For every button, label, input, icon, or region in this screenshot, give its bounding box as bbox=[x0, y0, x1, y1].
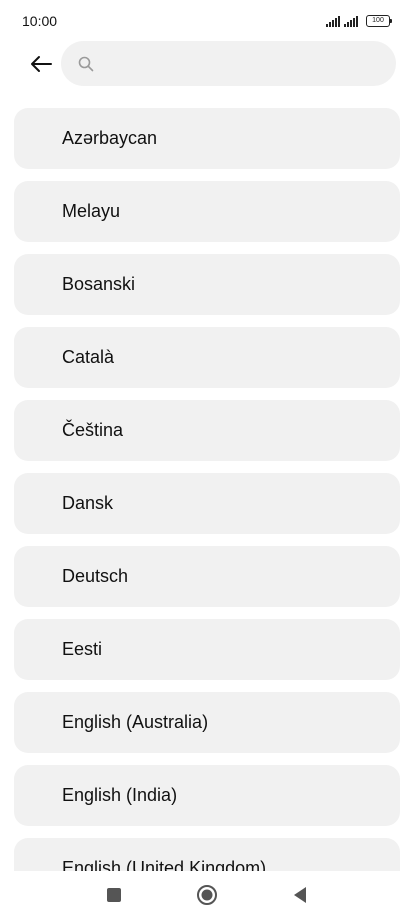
list-item[interactable]: Bosanski bbox=[14, 254, 400, 315]
list-item[interactable]: Dansk bbox=[14, 473, 400, 534]
language-label: Dansk bbox=[62, 493, 114, 513]
signal-icon bbox=[344, 16, 358, 27]
triangle-left-icon bbox=[294, 887, 306, 903]
language-label: English (Australia) bbox=[62, 712, 209, 732]
list-item[interactable]: English (Australia) bbox=[14, 692, 400, 753]
language-list[interactable]: Azərbaycan Melayu Bosanski Català Češtin… bbox=[14, 108, 400, 871]
status-time: 10:00 bbox=[22, 13, 58, 29]
back-button[interactable] bbox=[26, 50, 56, 78]
list-item[interactable]: Deutsch bbox=[14, 546, 400, 607]
language-label: Eesti bbox=[62, 639, 103, 659]
list-item[interactable]: Azərbaycan bbox=[14, 108, 400, 169]
list-item[interactable]: Català bbox=[14, 327, 400, 388]
signal-icon bbox=[326, 16, 340, 27]
recents-button[interactable] bbox=[102, 883, 126, 907]
search-input[interactable] bbox=[103, 53, 380, 74]
search-icon bbox=[77, 55, 95, 73]
square-icon bbox=[107, 888, 121, 902]
home-button[interactable] bbox=[195, 883, 219, 907]
list-item[interactable]: English (India) bbox=[14, 765, 400, 826]
list-item[interactable]: Eesti bbox=[14, 619, 400, 680]
navigation-bar bbox=[0, 871, 414, 920]
language-label: Melayu bbox=[62, 201, 121, 221]
search-box[interactable] bbox=[61, 41, 396, 86]
list-item[interactable]: Čeština bbox=[14, 400, 400, 461]
language-label: Azərbaycan bbox=[62, 128, 158, 148]
nav-back-button[interactable] bbox=[288, 883, 312, 907]
arrow-left-icon bbox=[31, 56, 52, 72]
language-label: Deutsch bbox=[62, 566, 129, 586]
language-label: English (United Kingdom) bbox=[62, 858, 267, 871]
search-row bbox=[0, 40, 414, 88]
language-label: Català bbox=[62, 347, 115, 367]
language-label: English (India) bbox=[62, 785, 178, 805]
battery-icon: 100 bbox=[366, 15, 392, 27]
list-item[interactable]: English (United Kingdom) bbox=[14, 838, 400, 871]
status-bar: 10:00 100 bbox=[0, 0, 414, 40]
language-label: Bosanski bbox=[62, 274, 136, 294]
language-label: Čeština bbox=[62, 420, 124, 440]
circle-icon bbox=[197, 885, 217, 905]
list-item[interactable]: Melayu bbox=[14, 181, 400, 242]
status-icons: 100 bbox=[326, 13, 392, 27]
